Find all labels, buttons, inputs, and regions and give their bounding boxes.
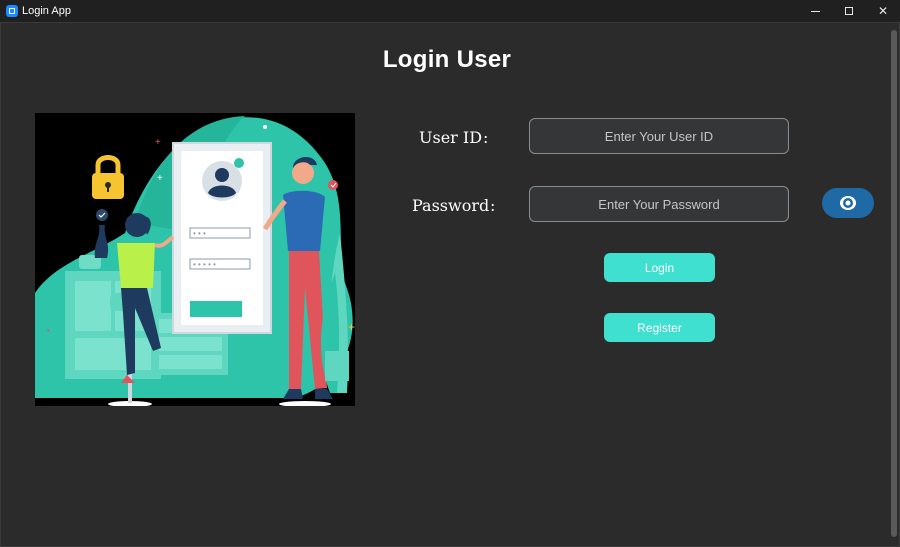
title-bar: Login App ✕	[0, 0, 900, 22]
window-title: Login App	[22, 5, 71, 17]
password-label: Password	[412, 196, 490, 215]
svg-text:• • • • •: • • • • •	[193, 260, 216, 269]
svg-text:•: •	[47, 326, 50, 335]
svg-text:+: +	[157, 173, 163, 184]
vertical-scrollbar[interactable]	[891, 30, 897, 537]
svg-text:• • •: • • •	[193, 229, 206, 238]
svg-text:+: +	[155, 137, 161, 148]
page-title: Login User	[382, 46, 512, 73]
maximize-icon[interactable]	[832, 0, 866, 22]
window-controls: ✕	[798, 0, 900, 22]
login-illustration: + + • + • • • • • • • •	[35, 113, 355, 406]
app-icon	[6, 5, 18, 17]
close-icon[interactable]: ✕	[866, 0, 900, 22]
show-password-button[interactable]	[822, 188, 874, 218]
user-id-colon: :	[483, 128, 489, 147]
register-button[interactable]: Register	[604, 313, 715, 342]
minimize-icon[interactable]	[798, 0, 832, 22]
login-illustration-image: + + • + • • • • • • • •	[35, 116, 355, 406]
user-id-input[interactable]	[529, 118, 789, 154]
svg-text:+: +	[348, 320, 355, 334]
login-button[interactable]: Login	[604, 253, 715, 282]
user-id-label: User ID	[419, 128, 483, 147]
password-colon: :	[490, 196, 496, 215]
password-input[interactable]	[529, 186, 789, 222]
eye-icon	[840, 196, 856, 210]
